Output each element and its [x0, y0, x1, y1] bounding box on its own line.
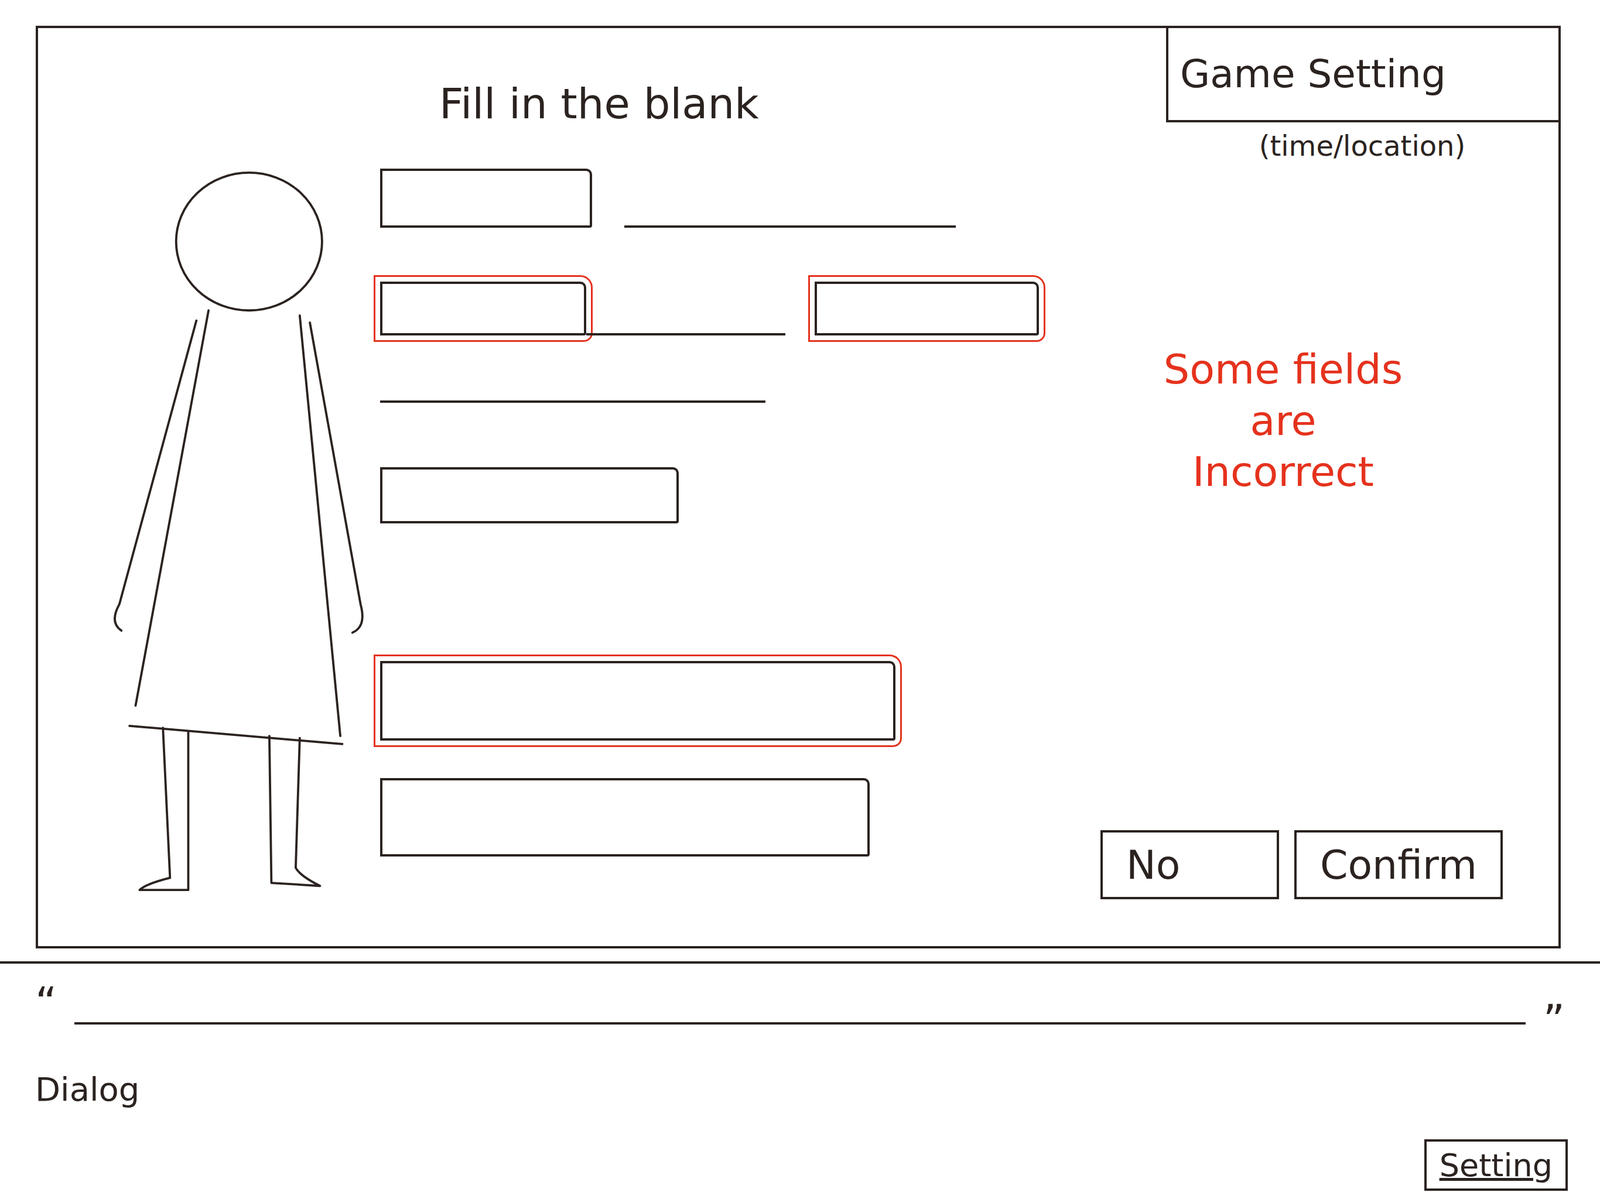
title: Fill in the blank — [439, 80, 1167, 169]
blank-input[interactable] — [380, 778, 870, 857]
close-quote: ” — [1543, 999, 1565, 1042]
game-body: Some fieldsareIncorrect NoConfirm — [38, 168, 1559, 947]
error-message: Some fieldsareIncorrect — [1119, 344, 1448, 499]
blank-row — [380, 467, 1073, 524]
dialog-box: “ ” Dialog — [0, 963, 1600, 1109]
game-setting-subtitle: (time/location) — [1259, 129, 1466, 163]
blank-row — [380, 168, 1073, 228]
blank-row — [380, 281, 1073, 336]
game-setting-button[interactable]: Game Setting — [1166, 28, 1559, 123]
blank-input[interactable] — [380, 661, 896, 741]
dialog-text-line — [74, 1022, 1526, 1025]
blank-input[interactable] — [380, 281, 587, 336]
blank-input[interactable] — [380, 467, 679, 524]
character-icon — [107, 168, 371, 899]
blank-row — [380, 391, 1073, 403]
header: Fill in the blank Game Setting (time/loc… — [38, 28, 1559, 169]
divider — [0, 961, 1600, 964]
dialog-label: Dialog — [35, 1070, 1565, 1109]
blank-list — [380, 168, 1073, 947]
open-quote: “ — [35, 981, 57, 1024]
dialog-button[interactable]: Confirm — [1294, 830, 1503, 900]
dialog-button[interactable]: No — [1100, 830, 1280, 900]
blank-row — [380, 778, 1073, 857]
game-frame: Fill in the blank Game Setting (time/loc… — [35, 25, 1561, 949]
blank-input[interactable] — [380, 168, 593, 228]
blank-line[interactable] — [380, 400, 766, 403]
blank-line[interactable] — [624, 225, 956, 228]
button-row: NoConfirm — [1072, 830, 1503, 900]
blank-row — [380, 661, 1073, 741]
blank-line[interactable] — [586, 333, 786, 336]
blank-input[interactable] — [814, 281, 1039, 336]
game-screen: Fill in the blank Game Setting (time/loc… — [0, 0, 1600, 1199]
settings-button[interactable]: Setting — [1424, 1139, 1568, 1192]
